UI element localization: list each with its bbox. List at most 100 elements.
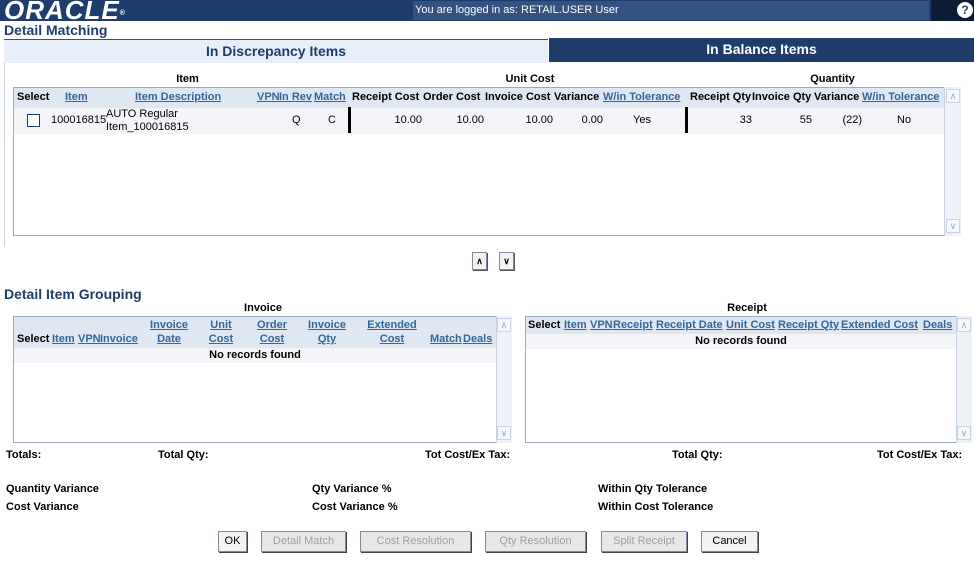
col-vpn[interactable]: VPN <box>257 91 280 104</box>
tab-in-discrepancy-items[interactable]: In Discrepancy Items <box>4 39 548 63</box>
col-vpn[interactable]: VPN <box>590 319 613 332</box>
detail-match-button[interactable]: Detail Match <box>261 531 346 552</box>
col-order-cost: Order Cost <box>423 91 481 103</box>
tab-in-balance-items[interactable]: In Balance Items <box>549 38 974 62</box>
col-invoice-date-line1[interactable]: Invoice <box>147 319 191 332</box>
scroll-down-icon[interactable]: ∨ <box>497 426 511 440</box>
cell-invoice-cost: 10.00 <box>525 114 553 126</box>
qty-resolution-button[interactable]: Qty Resolution <box>485 531 586 552</box>
invoice-table: Select Item VPN Invoice Invoice Date Uni… <box>13 316 496 443</box>
group-header-quantity: Quantity <box>810 73 855 85</box>
col-item[interactable]: Item <box>564 319 587 332</box>
invoice-total-qty-label: Total Qty: <box>158 449 209 461</box>
cell-order-cost: 10.00 <box>456 114 484 126</box>
col-invoice-qty: Invoice Qty <box>752 91 812 103</box>
cost-variance-pct-label: Cost Variance % <box>312 501 398 513</box>
cell-qty-variance: (22) <box>842 114 862 126</box>
within-cost-tolerance-label: Within Cost Tolerance <box>598 501 714 513</box>
col-in-rev[interactable]: In Rev <box>279 91 312 104</box>
col-receipt-qty[interactable]: Receipt Qty <box>778 319 839 332</box>
scroll-up-icon[interactable]: ∧ <box>946 89 960 103</box>
page-title: Detail Matching <box>4 22 108 38</box>
receipt-table: Select Item VPN Receipt Receipt Date Uni… <box>525 316 956 443</box>
table-header-row: Select Item Item Description VPN In Rev … <box>14 88 944 108</box>
col-item[interactable]: Item <box>65 91 88 104</box>
cost-resolution-button[interactable]: Cost Resolution <box>360 531 471 552</box>
col-select: Select <box>17 333 50 345</box>
col-receipt-qty: Receipt Qty <box>690 91 752 103</box>
col-qty-within-tolerance[interactable]: W/in Tolerance <box>862 91 939 104</box>
ok-button[interactable]: OK <box>218 531 247 552</box>
col-match[interactable]: Match <box>314 91 346 104</box>
scroll-up-icon[interactable]: ∧ <box>497 318 511 332</box>
invoice-table-scrollbar[interactable]: ∧ ∨ <box>496 316 512 443</box>
scroll-down-icon[interactable]: ∨ <box>957 426 971 440</box>
col-item[interactable]: Item <box>52 333 75 346</box>
col-invoice-qty-line1[interactable]: Invoice <box>305 319 349 332</box>
discrepancy-items-table: Select Item Item Description VPN In Rev … <box>13 87 944 236</box>
invoice-tot-cost-label: Tot Cost/Ex Tax: <box>425 449 511 461</box>
quantity-variance-label: Quantity Variance <box>6 483 99 495</box>
col-deals[interactable]: Deals <box>463 333 492 346</box>
col-unit-cost-line1[interactable]: Unit <box>204 319 238 332</box>
col-select: Select <box>528 319 561 331</box>
col-receipt-date[interactable]: Receipt Date <box>656 319 723 332</box>
move-down-button[interactable]: ∨ <box>499 252 514 270</box>
move-up-button[interactable]: ∧ <box>472 252 487 270</box>
col-select: Select <box>17 91 50 103</box>
col-extended-cost-line2[interactable]: Cost <box>364 333 420 346</box>
col-item-description[interactable]: Item Description <box>135 91 221 104</box>
invoice-empty-message: No records found <box>14 348 496 363</box>
col-cost-within-tolerance[interactable]: W/in Tolerance <box>603 91 680 104</box>
split-receipt-button[interactable]: Split Receipt <box>601 531 687 552</box>
group-header-item: Item <box>176 73 199 85</box>
col-qty-variance: Variance <box>814 91 860 103</box>
cell-qty-within-tolerance: No <box>897 114 912 126</box>
column-separator <box>685 107 688 133</box>
cell-item-description-line2: Item_100016815 <box>106 121 189 133</box>
receipt-group-title: Receipt <box>727 302 767 314</box>
cell-match: C <box>328 114 336 126</box>
col-match[interactable]: Match <box>430 333 462 346</box>
table-header-row: Select Item VPN Receipt Receipt Date Uni… <box>526 317 956 334</box>
detail-item-grouping-title: Detail Item Grouping <box>4 286 142 302</box>
col-receipt[interactable]: Receipt <box>613 319 653 332</box>
scroll-down-icon[interactable]: ∨ <box>946 219 960 233</box>
col-deals[interactable]: Deals <box>923 319 952 332</box>
column-separator <box>348 107 351 133</box>
discrepancy-table-scrollbar[interactable]: ∧ ∨ <box>944 87 961 236</box>
cell-receipt-qty: 33 <box>739 114 752 126</box>
cell-invoice-qty: 55 <box>799 114 812 126</box>
col-invoice-cost: Invoice Cost <box>485 91 551 103</box>
help-icon[interactable]: ? <box>957 2 973 18</box>
col-extended-cost-line1[interactable]: Extended <box>364 319 420 332</box>
col-extended-cost[interactable]: Extended Cost <box>841 319 918 332</box>
cancel-button[interactable]: Cancel <box>701 531 758 552</box>
within-qty-tolerance-label: Within Qty Tolerance <box>598 483 708 495</box>
receipt-total-qty-label: Total Qty: <box>672 449 723 461</box>
scroll-up-icon[interactable]: ∧ <box>957 318 971 332</box>
col-vpn[interactable]: VPN <box>78 333 101 346</box>
invoice-group-title: Invoice <box>244 302 282 314</box>
row-select-checkbox[interactable] <box>27 114 40 127</box>
oracle-logo: ORACLE® <box>4 0 126 25</box>
col-order-cost-line1[interactable]: Order <box>252 319 292 332</box>
qty-variance-pct-label: Qty Variance % <box>312 483 392 495</box>
login-status: You are logged in as: RETAIL.USER User <box>413 1 929 20</box>
col-invoice-date-line2[interactable]: Date <box>147 333 191 346</box>
col-cost-variance: Variance <box>554 91 600 103</box>
receipt-table-scrollbar[interactable]: ∧ ∨ <box>956 316 972 443</box>
col-order-cost-line2[interactable]: Cost <box>252 333 292 346</box>
cost-variance-label: Cost Variance <box>6 501 79 513</box>
totals-label: Totals: <box>6 449 42 461</box>
table-header-row: Select Item VPN Invoice Invoice Date Uni… <box>14 317 496 348</box>
cell-receipt-cost: 10.00 <box>394 114 422 126</box>
col-invoice-qty-line2[interactable]: Qty <box>305 333 349 346</box>
cell-cost-within-tolerance: Yes <box>633 114 651 126</box>
table-row[interactable]: 100016815 AUTO Regular Item_100016815 Q … <box>14 107 944 134</box>
cell-cost-variance: 0.00 <box>581 114 603 126</box>
col-unit-cost[interactable]: Unit Cost <box>726 319 775 332</box>
cell-item: 100016815 <box>51 114 107 126</box>
col-unit-cost-line2[interactable]: Cost <box>204 333 238 346</box>
col-invoice[interactable]: Invoice <box>100 333 138 346</box>
